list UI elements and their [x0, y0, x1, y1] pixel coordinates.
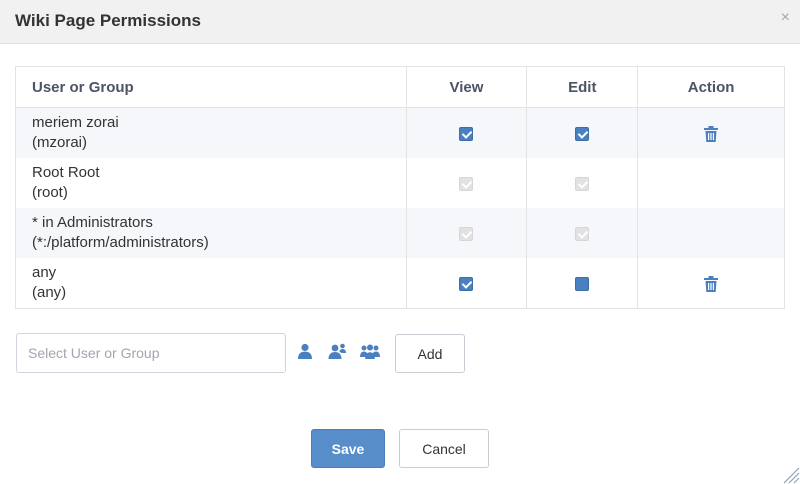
table-row: meriem zorai (mzorai): [15, 107, 785, 158]
permissions-table: User or Group View Edit Action meriem zo…: [15, 66, 785, 309]
membership-icon[interactable]: [328, 343, 347, 359]
header-view: View: [405, 66, 527, 108]
user-id: (any): [32, 284, 67, 301]
table-header-row: User or Group View Edit Action: [15, 66, 785, 108]
view-cell: [405, 258, 527, 309]
view-checkbox[interactable]: [459, 276, 474, 291]
edit-checkbox-disabled: [575, 226, 590, 241]
user-name: * in Administrators: [32, 214, 153, 231]
view-cell: [405, 158, 527, 208]
edit-checkbox[interactable]: [575, 276, 590, 291]
group-icon[interactable]: [360, 343, 380, 359]
user-name: meriem zorai: [32, 114, 119, 131]
table-row: any (any): [15, 258, 785, 309]
edit-checkbox[interactable]: [575, 126, 590, 141]
trash-icon[interactable]: [704, 125, 719, 142]
view-checkbox-disabled: [459, 226, 474, 241]
select-user-or-group-input[interactable]: [16, 333, 286, 373]
user-cell: any (any): [15, 258, 407, 309]
user-name: any: [32, 264, 57, 281]
resize-handle-icon[interactable]: [780, 464, 800, 484]
view-cell: [405, 107, 527, 158]
view-checkbox-disabled: [459, 176, 474, 191]
edit-cell: [526, 107, 638, 158]
dialog-title: Wiki Page Permissions: [15, 11, 201, 30]
user-cell: * in Administrators (*:/platform/adminis…: [15, 208, 407, 258]
action-cell: [637, 158, 785, 208]
user-name: Root Root: [32, 164, 100, 181]
edit-checkbox-disabled: [575, 176, 590, 191]
edit-cell: [526, 208, 638, 258]
user-cell: Root Root (root): [15, 158, 407, 208]
table-row: Root Root (root): [15, 158, 785, 208]
close-icon[interactable]: ×: [781, 10, 790, 26]
action-cell: [637, 258, 785, 309]
header-user-or-group: User or Group: [15, 66, 407, 108]
dialog-header: Wiki Page Permissions ×: [0, 0, 800, 44]
table-row: * in Administrators (*:/platform/adminis…: [15, 208, 785, 258]
cancel-button[interactable]: Cancel: [399, 429, 489, 468]
add-button[interactable]: Add: [395, 334, 465, 373]
save-button[interactable]: Save: [311, 429, 385, 468]
edit-cell: [526, 158, 638, 208]
user-id: (mzorai): [32, 134, 87, 151]
action-cell: [637, 107, 785, 158]
action-cell: [637, 208, 785, 258]
view-cell: [405, 208, 527, 258]
user-id: (*:/platform/administrators): [32, 234, 209, 251]
user-icon[interactable]: [297, 343, 313, 359]
view-checkbox[interactable]: [459, 126, 474, 141]
header-action: Action: [637, 66, 785, 108]
user-id: (root): [32, 184, 68, 201]
trash-icon[interactable]: [704, 275, 719, 292]
header-edit: Edit: [526, 66, 638, 108]
edit-cell: [526, 258, 638, 309]
user-cell: meriem zorai (mzorai): [15, 107, 407, 158]
